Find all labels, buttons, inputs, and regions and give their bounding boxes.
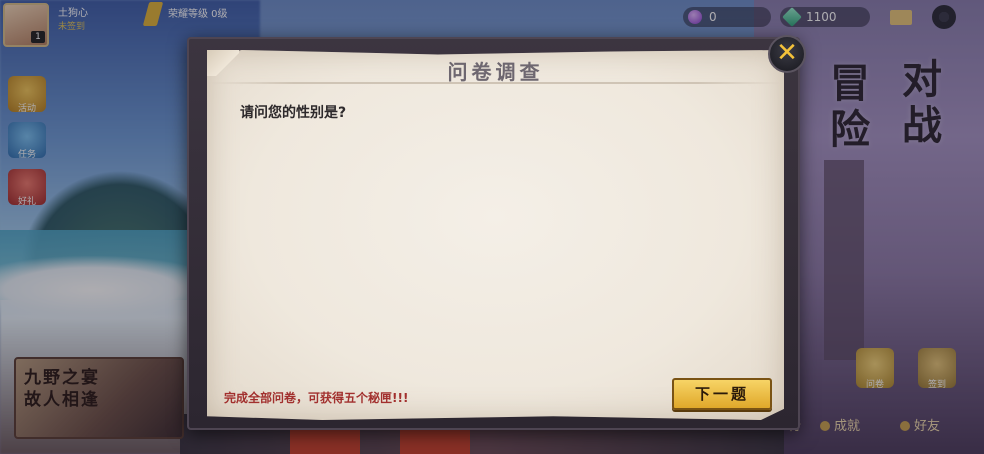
dialog-title: 问卷调查	[447, 60, 544, 84]
next-question-button[interactable]: 下一题	[672, 378, 772, 410]
reward-text: 完成全部问卷，可获得五个秘匣!!!	[224, 391, 409, 405]
survey-question: 请问您的性别是?	[240, 105, 347, 121]
title-divider	[207, 82, 784, 84]
close-icon[interactable]: ✕	[768, 35, 806, 73]
